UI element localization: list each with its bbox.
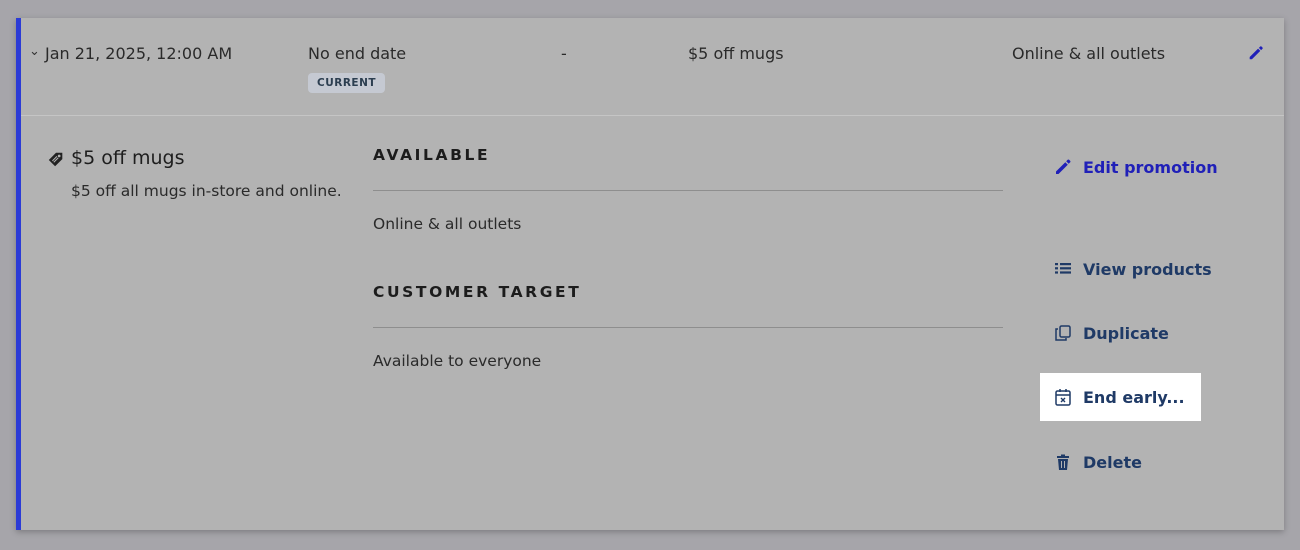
delete-button[interactable]: Delete [1053, 452, 1142, 472]
end-early-button[interactable]: End early... [1040, 373, 1201, 421]
promotion-description: $5 off all mugs in-store and online. [71, 182, 342, 200]
duplicate-label: Duplicate [1083, 323, 1169, 343]
tag-icon [48, 152, 63, 167]
channels-summary: Online & all outlets [1012, 44, 1166, 63]
divider [373, 190, 1003, 191]
edit-promotion-button[interactable]: Edit promotion [1053, 157, 1218, 177]
duplicate-icon [1055, 325, 1071, 341]
pencil-icon[interactable] [1247, 44, 1265, 62]
chevron-down-icon[interactable]: ⌄ [29, 44, 40, 59]
pencil-icon [1056, 159, 1071, 174]
list-icon [1055, 263, 1071, 274]
status-badge: CURRENT [308, 73, 386, 93]
end-early-label: End early... [1083, 387, 1185, 407]
end-date: No end date [308, 44, 407, 63]
view-products-label: View products [1083, 259, 1212, 279]
start-date: Jan 21, 2025, 12:00 AM [45, 44, 233, 63]
calendar-x-icon [1055, 389, 1071, 406]
promotion-summary-row[interactable]: ⌄ Jan 21, 2025, 12:00 AM No end date CUR… [21, 18, 1284, 116]
trash-icon [1057, 454, 1069, 470]
edit-promotion-label: Edit promotion [1083, 157, 1218, 177]
discount-summary: $5 off mugs [688, 44, 784, 63]
duplicate-button[interactable]: Duplicate [1053, 323, 1169, 343]
customer-target-value: Available to everyone [373, 352, 542, 370]
customer-target-heading: CUSTOMER TARGET [373, 283, 582, 301]
view-products-button[interactable]: View products [1053, 259, 1212, 279]
divider [373, 327, 1003, 328]
promotion-title: $5 off mugs [71, 147, 185, 169]
delete-label: Delete [1083, 452, 1142, 472]
available-value: Online & all outlets [373, 215, 522, 233]
promotion-panel: ⌄ Jan 21, 2025, 12:00 AM No end date CUR… [16, 18, 1284, 530]
available-heading: AVAILABLE [373, 146, 491, 164]
separator-dash: - [561, 44, 567, 63]
